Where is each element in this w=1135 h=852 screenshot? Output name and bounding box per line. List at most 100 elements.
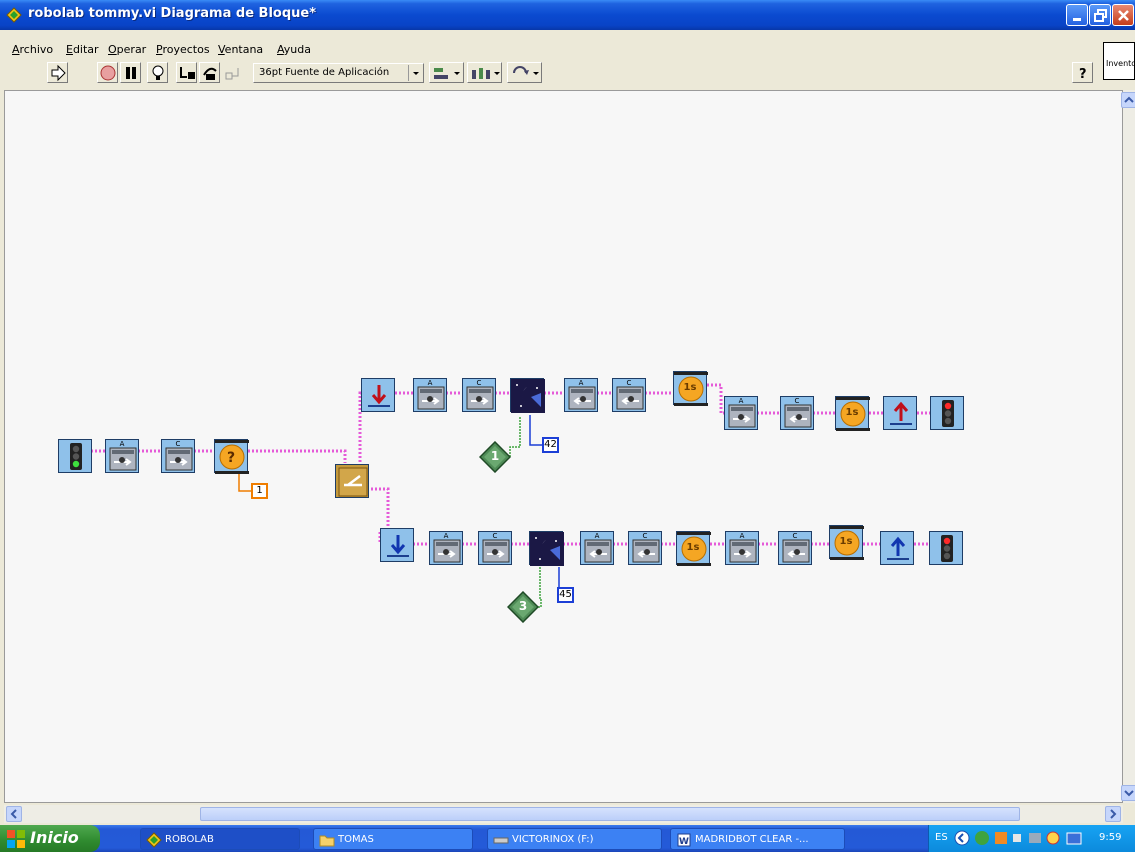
timer-label: 1s	[839, 536, 853, 547]
top-wait-for-dark-block[interactable]	[510, 378, 545, 413]
arrow-up-blue-icon	[887, 536, 909, 560]
lightbulb-icon	[152, 65, 164, 80]
top-motor-c-forward-block[interactable]: C	[462, 378, 496, 412]
top-motor-c-reverse-block[interactable]: C	[612, 378, 646, 412]
menu-editar[interactable]: Editar	[66, 43, 99, 56]
bottom-motor-c-forward-block[interactable]: C	[478, 531, 512, 565]
minimize-icon	[1073, 18, 1081, 21]
bottom-wait-timer-block-2[interactable]: 1s	[829, 525, 864, 560]
restore-button[interactable]	[1089, 4, 1111, 26]
bottom-motor-c-reverse-block-2[interactable]: C	[778, 531, 812, 565]
top-container-constant[interactable]: 1	[479, 441, 511, 473]
scroll-up-button[interactable]	[1121, 92, 1135, 108]
context-field[interactable]: Inventor	[1103, 42, 1135, 80]
top-motor-a-forward-block-2[interactable]: A	[724, 396, 758, 430]
step-into-button[interactable]	[176, 62, 197, 83]
task-robolab[interactable]: ROBOLAB	[140, 828, 300, 850]
motor-forward-a-block[interactable]: A	[105, 439, 139, 473]
step-over-icon	[203, 67, 217, 80]
top-wait-timer-block-2[interactable]: 1s	[835, 396, 870, 431]
chevron-down-icon	[1124, 790, 1134, 797]
scroll-right-button[interactable]	[1105, 806, 1121, 822]
tray-icons	[954, 830, 1082, 846]
run-button[interactable]	[47, 62, 68, 83]
motor-forward-icon	[109, 447, 137, 471]
folder-icon	[319, 835, 335, 847]
help-button[interactable]: ?	[1072, 62, 1093, 83]
bottom-sensor-threshold-constant[interactable]: 45	[557, 587, 574, 603]
fork-block[interactable]	[335, 464, 369, 498]
arrow-down-blue-icon	[387, 535, 409, 557]
top-sensor-threshold-constant[interactable]: 42	[542, 437, 559, 453]
close-button[interactable]	[1112, 4, 1134, 26]
top-motor-a-forward-block[interactable]: A	[413, 378, 447, 412]
horizontal-scrollbar[interactable]	[4, 805, 1123, 823]
font-select-value: 36pt Fuente de Aplicación	[259, 67, 390, 78]
vertical-scrollbar[interactable]	[1121, 90, 1135, 803]
chevron-right-icon	[1110, 809, 1117, 819]
align-objects-button[interactable]	[429, 62, 464, 83]
minimize-button[interactable]	[1066, 4, 1088, 26]
menu-ayuda[interactable]: Ayuda	[277, 43, 311, 56]
top-branch-start-block[interactable]	[361, 378, 395, 412]
task-victorinox[interactable]: VICTORINOX (F:)	[487, 828, 662, 850]
bottom-branch-start-block[interactable]	[380, 528, 414, 562]
bottom-branch-end-block[interactable]	[880, 531, 914, 565]
arrow-up-red-icon	[890, 401, 912, 425]
begin-traffic-light[interactable]	[58, 439, 92, 473]
distribute-objects-button[interactable]	[467, 62, 502, 83]
help-icon: ?	[1079, 67, 1087, 82]
font-select-dropdown[interactable]	[408, 65, 422, 81]
menu-ventana[interactable]: Ventana	[218, 43, 263, 56]
chevron-left-icon	[10, 809, 17, 819]
bottom-motor-a-reverse-block[interactable]: A	[580, 531, 614, 565]
clock[interactable]: 9:59	[1099, 832, 1121, 843]
title-bar[interactable]: robolab tommy.vi Diagrama de Bloque*	[0, 0, 1135, 30]
fork-input-constant[interactable]: 1	[251, 483, 268, 499]
bottom-motor-c-reverse-block[interactable]: C	[628, 531, 662, 565]
moon-night-icon	[511, 379, 545, 413]
pause-button[interactable]	[120, 62, 141, 83]
menu-proyectos[interactable]: Proyectos	[156, 43, 210, 56]
tray-app-icon	[995, 832, 1007, 844]
step-out-button[interactable]	[222, 62, 243, 83]
bottom-motor-a-forward-block[interactable]: A	[429, 531, 463, 565]
bottom-wait-for-dark-block[interactable]	[529, 531, 564, 566]
top-motor-a-reverse-block[interactable]: A	[564, 378, 598, 412]
scroll-left-button[interactable]	[6, 806, 22, 822]
scroll-down-button[interactable]	[1121, 785, 1135, 801]
task-tomas[interactable]: TOMAS	[313, 828, 473, 850]
motor-reverse-icon	[584, 539, 612, 563]
top-wait-timer-block-1[interactable]: 1s	[673, 371, 708, 406]
random-fork-block[interactable]: ?	[214, 439, 249, 474]
run-arrow-icon	[51, 64, 66, 82]
container-number: 1	[490, 449, 500, 463]
start-button[interactable]: Inicio	[0, 825, 100, 852]
horizontal-scroll-thumb[interactable]	[200, 807, 1020, 821]
align-objects-icon	[434, 68, 460, 79]
motor-forward-c-block[interactable]: C	[161, 439, 195, 473]
bottom-motor-a-forward-block-2[interactable]: A	[725, 531, 759, 565]
bottom-end-traffic-light[interactable]	[929, 531, 963, 565]
speaker-icon	[1013, 834, 1021, 842]
menu-archivo[interactable]: Archivo	[12, 43, 53, 56]
top-end-traffic-light[interactable]	[930, 396, 964, 430]
abort-button[interactable]	[97, 62, 118, 83]
system-tray: ES 9:59	[928, 825, 1135, 852]
menu-operar[interactable]: Operar	[108, 43, 146, 56]
highlight-button[interactable]	[147, 62, 168, 83]
security-shield-icon	[1046, 831, 1060, 845]
reorder-button[interactable]	[507, 62, 542, 83]
task-madridbot[interactable]: W MADRIDBOT CLEAR -...	[670, 828, 845, 850]
language-indicator[interactable]: ES	[935, 832, 948, 843]
font-select[interactable]: 36pt Fuente de Aplicación	[253, 63, 424, 83]
block-diagram-canvas[interactable]: A C ? 1 A C 42 1 A C 1s A C 1s A C 45 3 …	[4, 90, 1123, 803]
bottom-container-constant[interactable]: 3	[507, 591, 539, 623]
timer-label: 1s	[686, 542, 700, 553]
window-title: robolab tommy.vi Diagrama de Bloque*	[28, 6, 317, 21]
bottom-wait-timer-block-1[interactable]: 1s	[676, 531, 711, 566]
network-icon	[1029, 833, 1041, 843]
step-over-button[interactable]	[199, 62, 220, 83]
top-branch-end-block[interactable]	[883, 396, 917, 430]
top-motor-c-reverse-block-2[interactable]: C	[780, 396, 814, 430]
